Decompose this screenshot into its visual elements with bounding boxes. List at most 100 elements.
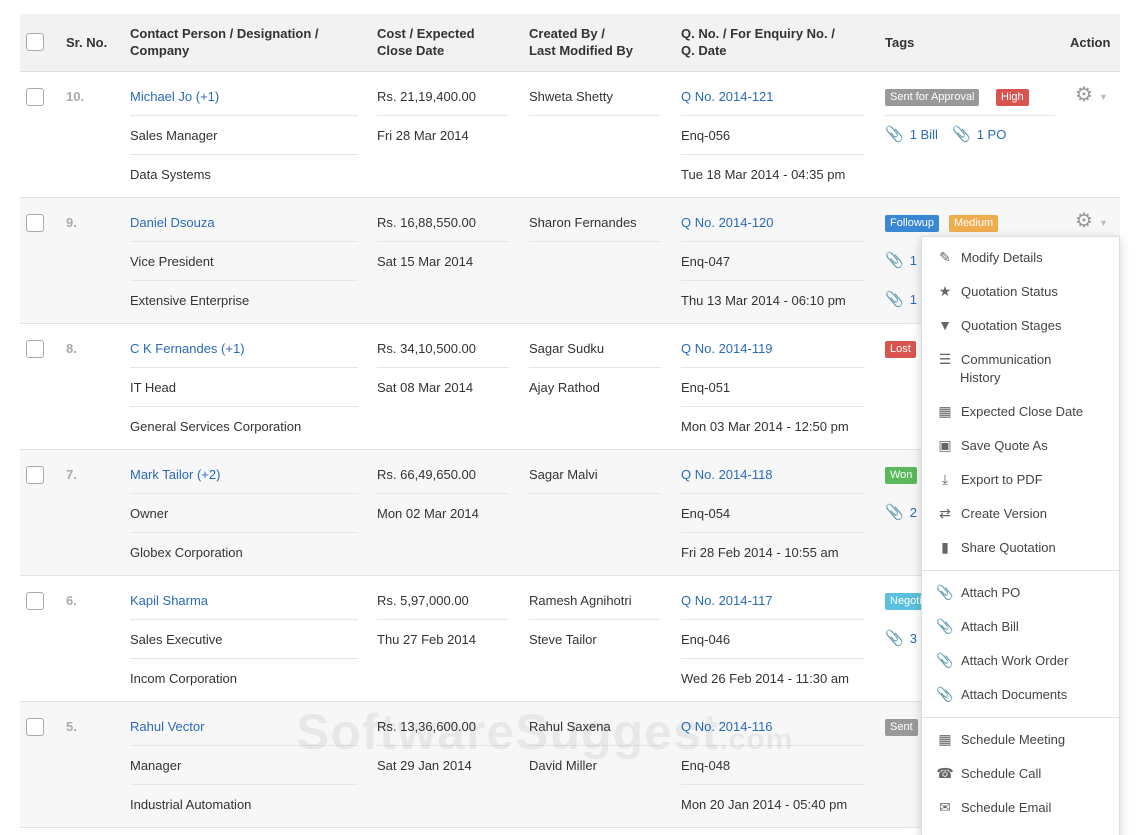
menu-item-label: Quotation Status <box>961 284 1058 299</box>
attachment-po-link[interactable]: 📎 1 PO <box>952 125 1006 143</box>
menu-item-label: Attach Documents <box>961 687 1068 702</box>
contact-person-link[interactable]: Rahul Vector <box>130 719 204 735</box>
menu-item-attach-work-order[interactable]: 📎 Attach Work Order <box>936 652 1068 669</box>
header-qno-line1: Q. No. / For Enquiry No. / <box>681 26 835 41</box>
contact-person-link[interactable]: Daniel Dsouza <box>130 215 215 231</box>
quotation-date: Thu 13 Mar 2014 - 06:10 pm <box>681 293 846 308</box>
row-checkbox[interactable] <box>26 718 44 736</box>
paperclip-icon: 📎 <box>936 686 954 702</box>
tag-badge[interactable]: Sent for Approval <box>885 89 980 106</box>
contact-person-link[interactable]: C K Fernandes (+1) <box>130 341 245 357</box>
quotation-number-link[interactable]: Q No. 2014-120 <box>681 215 774 231</box>
close-date: Sat 15 Mar 2014 <box>377 254 474 269</box>
retweet-icon: ⇄ <box>939 505 951 521</box>
quotation-date: Fri 28 Feb 2014 - 10:55 am <box>681 545 839 560</box>
row-checkbox[interactable] <box>26 340 44 358</box>
contact-person-link[interactable]: Mark Tailor (+2) <box>130 467 220 483</box>
attachment-bill-link[interactable]: 📎 3 <box>885 629 917 647</box>
divider <box>529 619 661 620</box>
designation: Sales Manager <box>130 128 218 143</box>
menu-item-label: Schedule Meeting <box>961 732 1066 747</box>
divider <box>529 115 661 116</box>
attachment-po-link[interactable]: 📎 1 <box>885 290 917 308</box>
menu-item-attach-po[interactable]: 📎 Attach PO <box>936 584 1020 601</box>
menu-item-schedule-meeting[interactable]: ▦ Schedule Meeting <box>936 731 1065 748</box>
menu-item-export-to-pdf[interactable]: ⤓ Export to PDF <box>936 471 1043 488</box>
header-created-line1: Created By / <box>529 26 605 41</box>
divider <box>130 784 358 785</box>
menu-item-modify-details[interactable]: ✎ Modify Details <box>936 249 1043 266</box>
divider <box>529 367 661 368</box>
tag-badge[interactable]: Followup <box>885 215 940 232</box>
quotation-number-link[interactable]: Q No. 2014-117 <box>681 593 773 609</box>
row-checkbox[interactable] <box>26 466 44 484</box>
tag-badge[interactable]: Sent <box>885 719 918 736</box>
row-checkbox[interactable] <box>26 592 44 610</box>
header-contact[interactable]: Contact Person / Designation / Company <box>130 25 319 59</box>
tag-badge[interactable]: Medium <box>949 215 999 232</box>
header-created[interactable]: Created By / Last Modified By <box>529 25 633 59</box>
enquiry-number: Enq-046 <box>681 632 731 647</box>
divider <box>681 406 865 407</box>
attachment-bill-link[interactable]: 📎 2 <box>885 503 917 521</box>
menu-item-label: Export to PDF <box>961 472 1043 487</box>
chevron-down-icon[interactable]: ▼ <box>1099 218 1108 228</box>
paperclip-icon: 📎 <box>936 652 954 668</box>
close-date: Fri 28 Mar 2014 <box>377 128 469 143</box>
gear-icon[interactable]: ⚙ <box>1075 85 1093 105</box>
divider <box>681 154 865 155</box>
paperclip-icon: 📎 <box>885 126 904 143</box>
designation: Vice President <box>130 254 214 269</box>
cost: Rs. 21,19,400.00 <box>377 89 477 104</box>
contact-person-link[interactable]: Michael Jo (+1) <box>130 89 219 105</box>
quotation-number-link[interactable]: Q No. 2014-119 <box>681 341 773 357</box>
attachment-count: 1 <box>909 253 917 268</box>
menu-item-label: Attach Work Order <box>961 653 1069 668</box>
attachment-bill-link[interactable]: 📎 1 <box>885 251 917 269</box>
select-all-checkbox[interactable] <box>26 33 44 51</box>
menu-item-schedule-call[interactable]: ☎ Schedule Call <box>936 765 1041 782</box>
company: Incom Corporation <box>130 671 237 686</box>
attachment-bill-link[interactable]: 📎 1 Bill <box>885 125 938 143</box>
tag-badge[interactable]: Won <box>885 467 918 484</box>
menu-item-attach-documents[interactable]: 📎 Attach Documents <box>936 686 1067 703</box>
watermark-text: SoftwareSuggest <box>296 704 720 760</box>
cost: Rs. 5,97,000.00 <box>377 593 469 608</box>
header-cost[interactable]: Cost / Expected Close Date <box>377 25 475 59</box>
menu-item-save-quote-as[interactable]: ▣ Save Quote As <box>936 437 1047 454</box>
header-qno[interactable]: Q. No. / For Enquiry No. / Q. Date <box>681 25 835 59</box>
menu-item-quotation-stages[interactable]: ▼ Quotation Stages <box>936 317 1061 333</box>
menu-item-schedule-email[interactable]: ✉ Schedule Email <box>936 799 1051 816</box>
menu-item-quotation-status[interactable]: ★ Quotation Status <box>936 283 1058 300</box>
close-date: Sat 08 Mar 2014 <box>377 380 474 395</box>
quotation-number-link[interactable]: Q No. 2014-121 <box>681 89 774 105</box>
chevron-down-icon[interactable]: ▼ <box>1099 92 1108 102</box>
paperclip-icon: 📎 <box>885 504 904 521</box>
contact-person-link[interactable]: Kapil Sharma <box>130 593 208 609</box>
divider <box>681 493 865 494</box>
menu-item-communication[interactable]: ☰ Communication History <box>936 351 1052 385</box>
designation: Owner <box>130 506 169 521</box>
tag-badge[interactable]: High <box>996 89 1029 106</box>
menu-item-attach-bill[interactable]: 📎 Attach Bill <box>936 618 1019 635</box>
quotation-number-link[interactable]: Q No. 2014-118 <box>681 467 773 483</box>
filter-icon: ▼ <box>938 317 952 333</box>
row-checkbox[interactable] <box>26 88 44 106</box>
menu-separator <box>922 717 1119 718</box>
menu-item-label-line2: History <box>960 370 1001 385</box>
divider <box>681 367 865 368</box>
menu-item-share-quotation[interactable]: ▮ Share Quotation <box>936 539 1056 556</box>
menu-item-label: Attach PO <box>961 585 1021 600</box>
menu-item-expected-close-date[interactable]: ▦ Expected Close Date <box>936 403 1083 420</box>
divider <box>377 367 509 368</box>
gear-icon[interactable]: ⚙ <box>1075 211 1093 231</box>
divider <box>130 115 358 116</box>
divider <box>681 280 865 281</box>
row-srno: 8. <box>66 341 77 356</box>
header-srno[interactable]: Sr. No. <box>66 34 107 51</box>
list-icon: ☰ <box>938 351 952 367</box>
menu-item-create-version[interactable]: ⇄ Create Version <box>936 505 1047 522</box>
paperclip-icon: 📎 <box>885 252 904 269</box>
tag-badge[interactable]: Lost <box>885 341 916 358</box>
row-checkbox[interactable] <box>26 214 44 232</box>
